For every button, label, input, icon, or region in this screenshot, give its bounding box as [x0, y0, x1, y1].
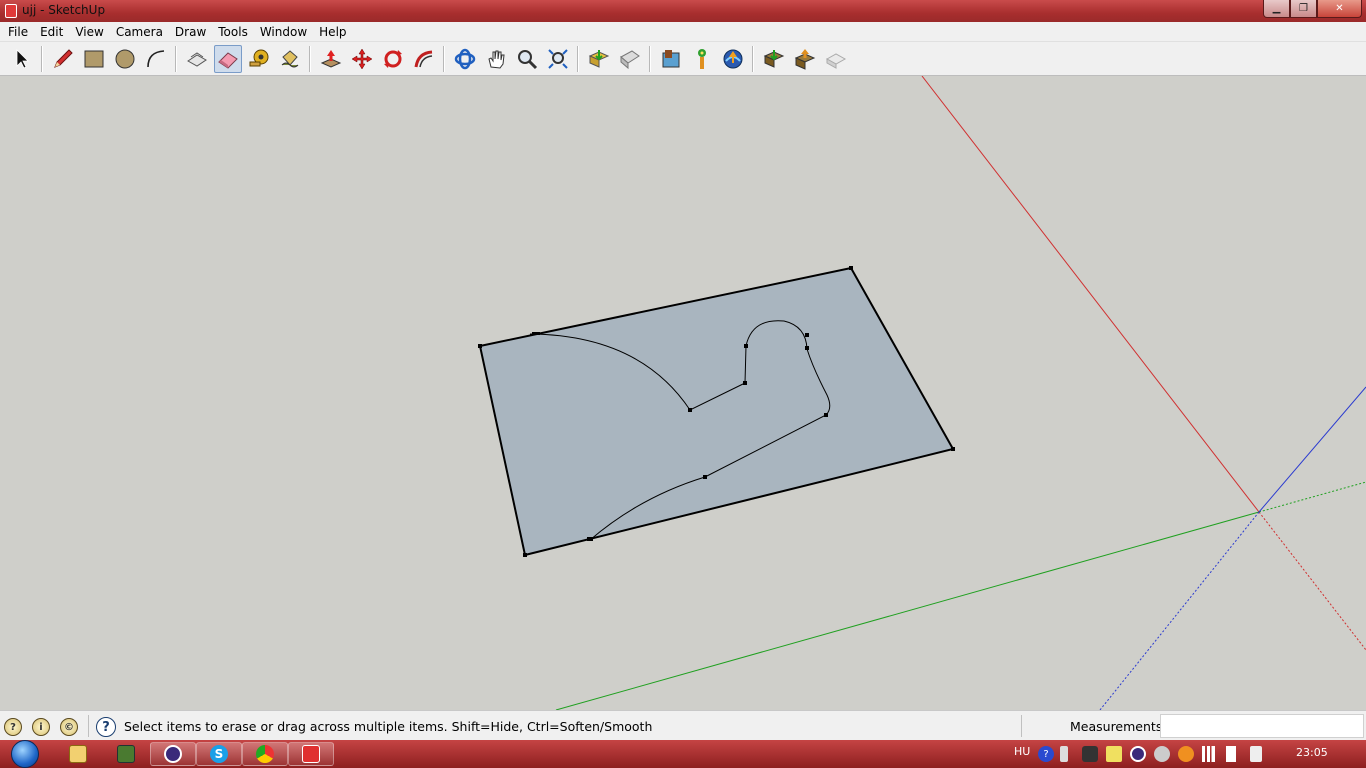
minecraft-icon	[117, 745, 135, 763]
instructor-help-icon[interactable]: ?	[96, 717, 116, 737]
geo-location-icon[interactable]: ?	[4, 718, 22, 736]
pencil-icon[interactable]	[49, 45, 77, 73]
language-indicator[interactable]: HU	[1014, 745, 1030, 758]
clock[interactable]: 23:05	[1296, 746, 1328, 759]
circle-icon[interactable]	[111, 45, 139, 73]
avast-icon[interactable]	[1178, 746, 1194, 762]
menu-bar: File Edit View Camera Draw Tools Window …	[0, 22, 1366, 42]
window-title: ujj - SketchUp	[22, 3, 106, 17]
file-explorer-icon	[69, 745, 87, 763]
windows-logo-icon	[11, 740, 39, 768]
measurements-label: Measurements	[1070, 719, 1163, 734]
add-location-icon[interactable]	[719, 45, 747, 73]
paint-bucket-icon[interactable]	[276, 45, 304, 73]
window-controls: ▁ ❐ ✕	[1263, 0, 1362, 18]
model-canvas[interactable]	[0, 76, 1366, 710]
select-icon[interactable]	[8, 45, 36, 73]
windows-taskbar: S HU ? 23:05	[0, 740, 1366, 768]
rotate-icon[interactable]	[379, 45, 407, 73]
push-pull-icon[interactable]	[317, 45, 345, 73]
get-components-icon[interactable]	[760, 45, 788, 73]
orbit-icon[interactable]	[451, 45, 479, 73]
get-current-view-icon[interactable]	[657, 45, 685, 73]
sketchup-app-icon[interactable]	[5, 4, 17, 18]
get-models-icon[interactable]	[585, 45, 613, 73]
menu-tools[interactable]: Tools	[212, 25, 254, 39]
minimize-button[interactable]: ▁	[1263, 0, 1290, 18]
menu-file[interactable]: File	[2, 25, 34, 39]
title-bar: ujj - SketchUp ▁ ❐ ✕	[0, 0, 1366, 22]
status-hint: Select items to erase or drag across mul…	[124, 719, 653, 734]
zoom-icon[interactable]	[513, 45, 541, 73]
arc-icon[interactable]	[142, 45, 170, 73]
toolbar-separator	[443, 45, 445, 72]
signal-strength-icon[interactable]	[1202, 746, 1218, 762]
chrome-icon	[256, 745, 274, 763]
red-axis	[921, 76, 1260, 513]
blue-axis-negative	[1099, 511, 1260, 710]
start-button[interactable]	[6, 740, 44, 768]
taskbar-eclipse[interactable]	[150, 742, 196, 766]
volume-icon[interactable]	[1250, 746, 1262, 762]
help-tray-icon[interactable]: ?	[1038, 746, 1054, 762]
follow-me-icon[interactable]	[410, 45, 438, 73]
green-axis	[555, 511, 1260, 710]
zoom-extents-icon[interactable]	[544, 45, 572, 73]
share-component-icon[interactable]	[791, 45, 819, 73]
menu-draw[interactable]: Draw	[169, 25, 212, 39]
green-axis-negative	[1258, 481, 1366, 513]
skype-icon: S	[210, 745, 228, 763]
sketchup-icon	[302, 745, 320, 763]
make-component-icon[interactable]	[183, 45, 211, 73]
show-hidden-icons[interactable]	[1060, 746, 1068, 762]
menu-camera[interactable]: Camera	[110, 25, 169, 39]
measurements-input[interactable]	[1160, 714, 1364, 738]
share-model-icon[interactable]	[616, 45, 644, 73]
action-center-flag-icon[interactable]	[1226, 746, 1236, 762]
status-separator	[88, 715, 89, 737]
notes-icon[interactable]	[1106, 746, 1122, 762]
rectangle-icon[interactable]	[80, 45, 108, 73]
toolbar-separator	[309, 45, 311, 72]
taskbar-sketchup[interactable]	[288, 742, 334, 766]
status-separator	[1021, 715, 1022, 737]
copyright-icon[interactable]: ©	[60, 718, 78, 736]
taskbar-file-explorer[interactable]	[55, 742, 101, 766]
tape-measure-icon[interactable]	[245, 45, 273, 73]
preview-google-earth-icon[interactable]	[822, 45, 850, 73]
credits-icon[interactable]: i	[32, 718, 50, 736]
taskbar-skype[interactable]: S	[196, 742, 242, 766]
toolbar-separator	[175, 45, 177, 72]
network-disc-icon[interactable]	[1154, 746, 1170, 762]
menu-help[interactable]: Help	[313, 25, 352, 39]
menu-window[interactable]: Window	[254, 25, 313, 39]
taskbar-chrome[interactable]	[242, 742, 288, 766]
move-icon[interactable]	[348, 45, 376, 73]
drawing-viewport[interactable]	[0, 76, 1366, 710]
toolbar-separator	[41, 45, 43, 72]
menu-edit[interactable]: Edit	[34, 25, 69, 39]
toggle-terrain-icon[interactable]	[688, 45, 716, 73]
menu-view[interactable]: View	[69, 25, 109, 39]
close-button[interactable]: ✕	[1317, 0, 1362, 18]
rectangle-face[interactable]	[478, 266, 955, 557]
red-axis-negative	[1258, 511, 1366, 651]
toolbar-separator	[577, 45, 579, 72]
toolbar-separator	[752, 45, 754, 72]
status-bar: ? i © ? Select items to erase or drag ac…	[0, 710, 1366, 740]
maximize-button[interactable]: ❐	[1290, 0, 1317, 18]
large-tool-set-toolbar	[0, 42, 1366, 76]
steam-icon[interactable]	[1082, 746, 1098, 762]
toolbar-separator	[649, 45, 651, 72]
eclipse-icon	[164, 745, 182, 763]
blue-axis	[1258, 386, 1366, 513]
eclipse-tray-icon[interactable]	[1130, 746, 1146, 762]
taskbar-minecraft[interactable]	[103, 742, 149, 766]
eraser-icon[interactable]	[213, 44, 242, 73]
pan-icon[interactable]	[482, 45, 510, 73]
